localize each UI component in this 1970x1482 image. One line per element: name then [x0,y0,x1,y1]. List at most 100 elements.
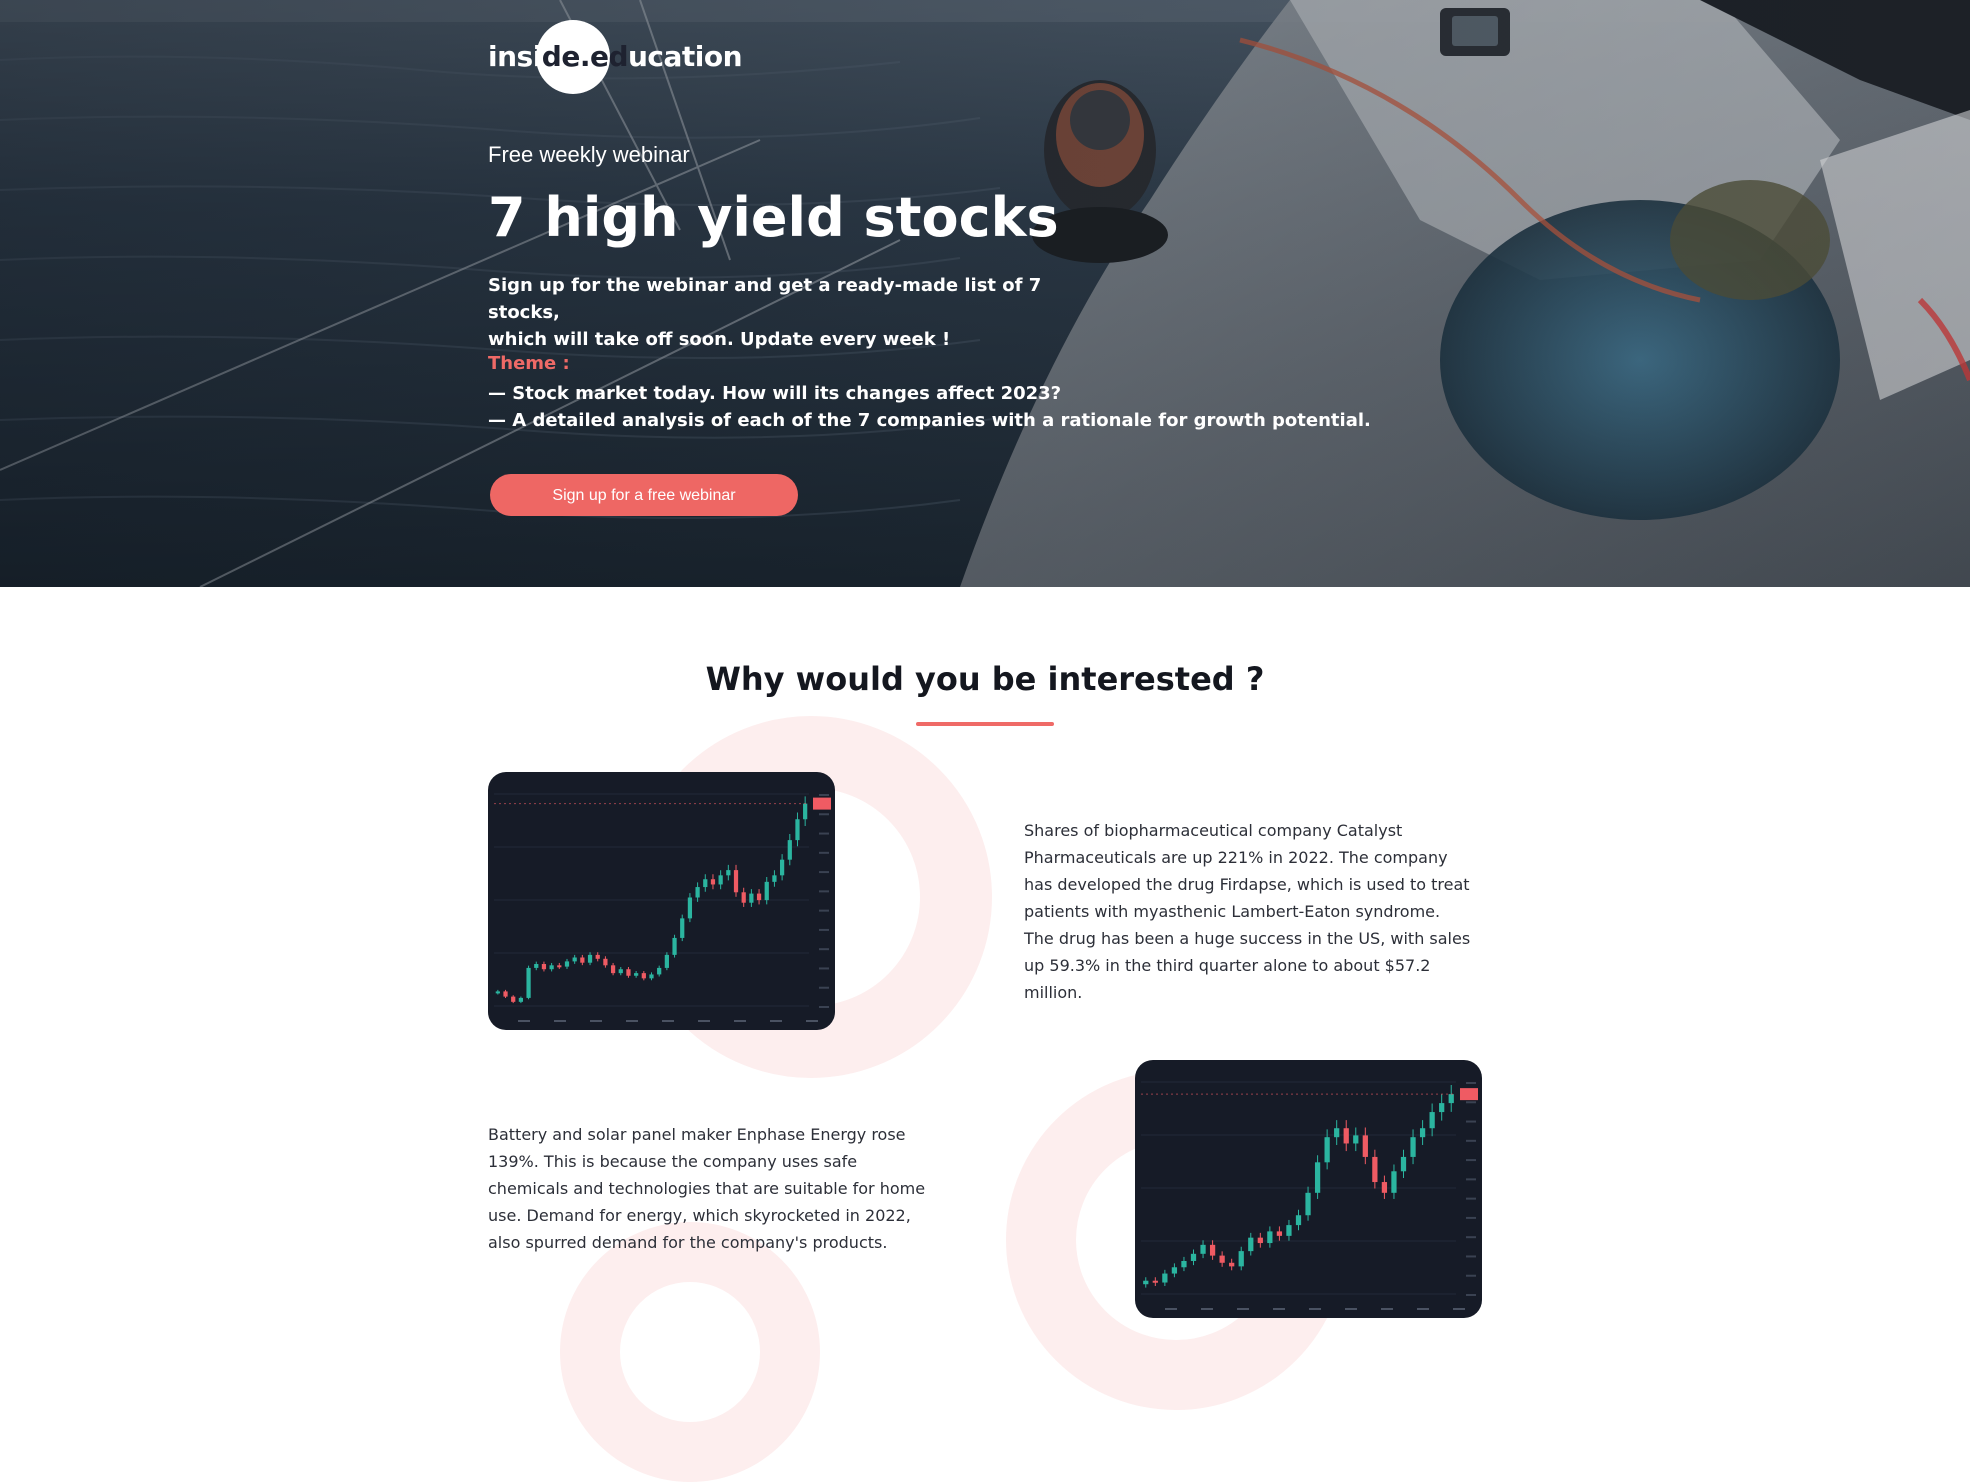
candle-body [641,973,646,979]
date-tick [626,1020,638,1022]
axis-tick [819,813,829,816]
axis-tick [819,794,829,796]
candle-body [1248,1237,1254,1252]
candle-body [664,954,669,968]
date-tick [1345,1308,1357,1310]
candle-body [1439,1103,1445,1113]
inside-education-logo[interactable]: inside.education [488,20,743,96]
axis-tick [819,967,829,970]
candle-body [610,965,616,974]
candle-body [756,893,762,901]
candle-body [1238,1251,1244,1267]
candle-body [749,893,754,903]
signup-webinar-button[interactable]: Sign up for a free webinar [490,474,798,516]
theme-label: Theme : [488,353,570,374]
title-underline [916,722,1054,726]
candle-body [1429,1112,1435,1129]
candle-body [1410,1137,1416,1157]
candle-body [1257,1237,1263,1244]
axis-tick [1466,1159,1476,1162]
candle-body [1362,1135,1368,1157]
axis-tick [1466,1082,1476,1084]
price-marker [813,797,831,810]
candle-body [1219,1255,1225,1263]
axis-tick [1466,1120,1476,1123]
hero-description-line-1: Sign up for the webinar and get a ready-… [488,275,1042,323]
candle-body [541,964,547,970]
date-tick [1201,1308,1213,1310]
date-tick [1417,1308,1429,1310]
candle-body [795,819,800,841]
candle-body [1305,1192,1311,1216]
hero-banner: inside.education Free weekly webinar 7 h… [0,0,1970,587]
candle-body [503,991,508,997]
date-tick [590,1020,602,1022]
date-tick [1237,1308,1249,1310]
candle-body [803,803,808,820]
axis-tick [819,909,829,912]
candle-body [1229,1262,1235,1267]
candle-body [703,879,708,888]
candle-body [1324,1137,1330,1163]
date-tick [1273,1308,1285,1310]
candle-body [618,969,623,974]
candle-body [787,840,792,860]
candle-body [1181,1260,1187,1268]
candle-body [649,974,654,979]
candle-body [534,964,539,968]
axis-tick [1466,1294,1476,1296]
candlestick-chart [494,793,831,1022]
candle-body [511,996,516,1002]
candle-body [657,967,662,975]
axis-tick [819,928,829,931]
date-tick [770,1020,782,1022]
candle-body [1209,1244,1216,1256]
date-tick [1309,1308,1321,1310]
enphase-description: Battery and solar panel maker Enphase En… [488,1125,926,1252]
logo-wordmark: inside.education [488,40,743,73]
axis-tick [819,948,829,951]
candle-body [1267,1231,1273,1244]
candle-body [680,918,685,938]
hero-description: Sign up for the webinar and get a ready-… [488,272,1108,353]
candle-body [1448,1094,1454,1104]
axis-tick [819,851,829,854]
candle-body [764,881,769,901]
candle-body [1314,1162,1321,1193]
axis-tick [1466,1216,1476,1219]
axis-tick [1466,1255,1476,1258]
axis-tick [1466,1274,1476,1277]
axis-tick [1466,1178,1476,1181]
candlestick-chart [1141,1081,1478,1310]
candle-body [1276,1231,1283,1236]
candle-body [1353,1135,1359,1144]
candle-body [772,875,777,882]
candle-body [726,870,731,876]
date-tick [1453,1308,1465,1310]
candle-body [1391,1171,1397,1193]
candle-body [718,875,723,885]
axis-tick [819,1006,829,1008]
candle-body [634,973,639,976]
candle-body [710,879,716,885]
candle-body [557,965,562,968]
candle-body [1152,1280,1158,1283]
candle-body [495,991,500,994]
candle-body [1334,1128,1340,1138]
candle-body [1381,1182,1388,1193]
candle-body [1162,1273,1168,1283]
date-tick [662,1020,674,1022]
candle-body [1295,1215,1302,1226]
candle-body [1286,1225,1292,1236]
candle-body [1171,1267,1178,1274]
candle-body [526,967,531,998]
date-tick [1381,1308,1393,1310]
hero-title: 7 high yield stocks [488,186,1059,249]
decorative-ring [560,1222,820,1482]
axis-tick [819,832,829,835]
logo-prefix: insi [488,40,542,73]
theme-list: — Stock market today. How will its chang… [488,380,1371,434]
candle-body [1200,1244,1206,1254]
candle-body [595,954,600,959]
axis-tick [1466,1139,1476,1142]
